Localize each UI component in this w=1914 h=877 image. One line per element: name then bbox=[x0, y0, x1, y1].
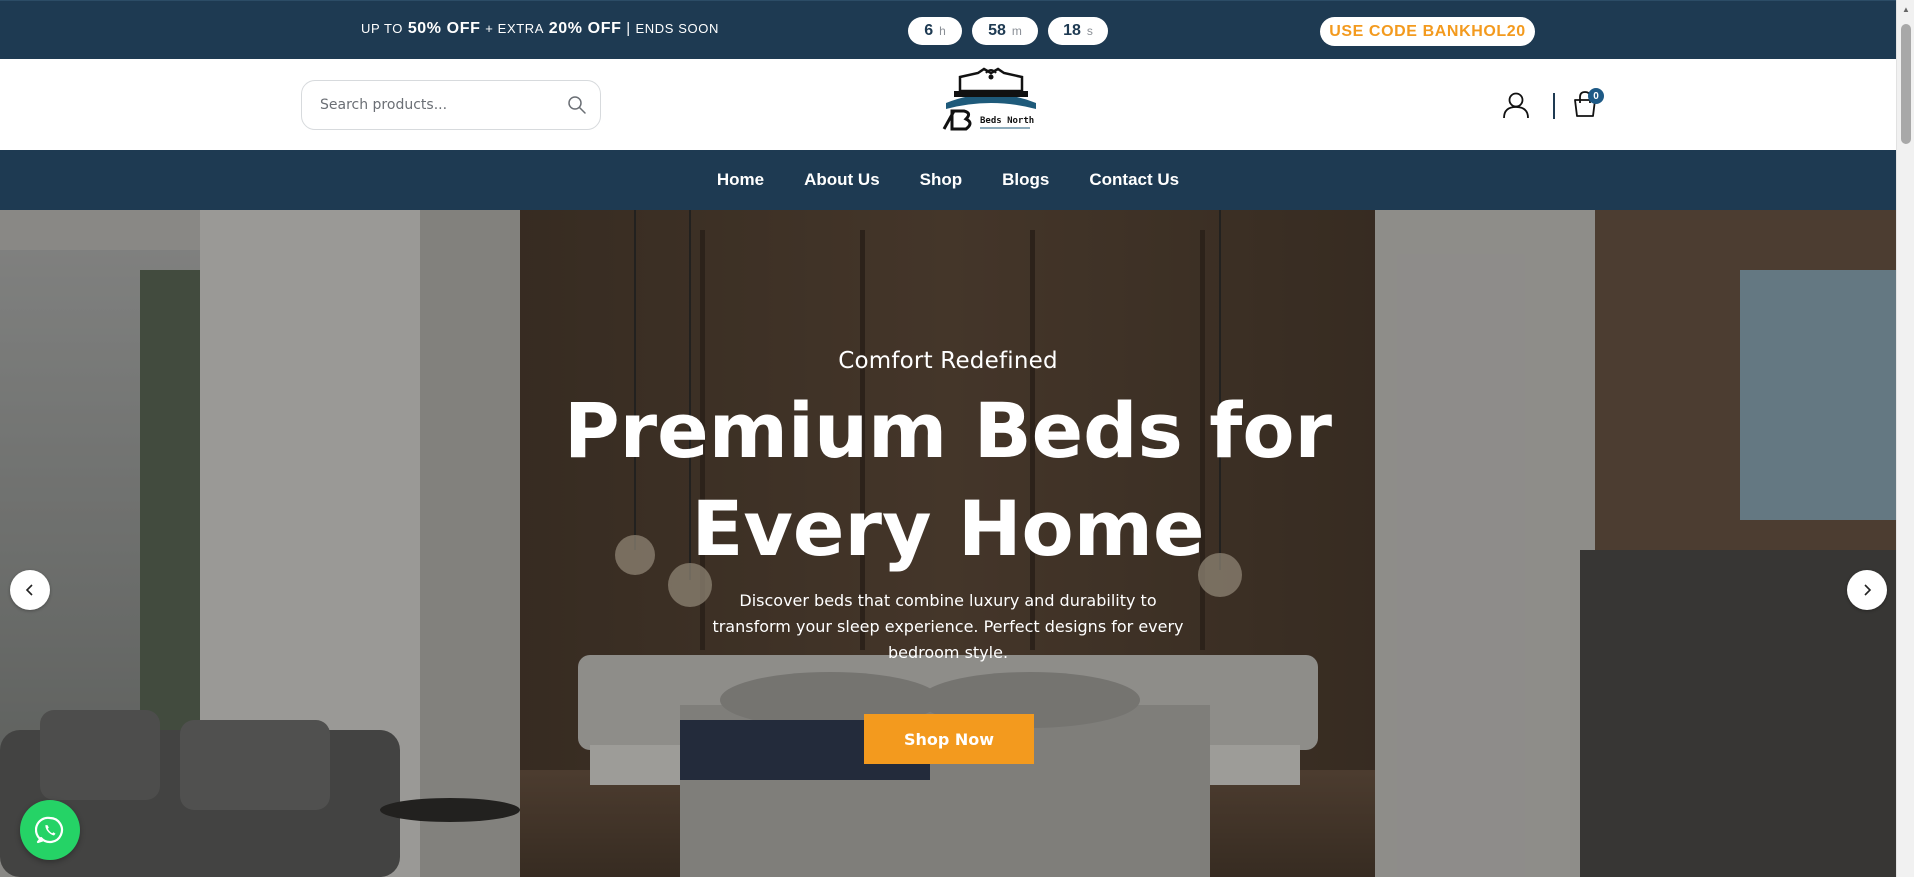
site-header: Beds North 0 bbox=[0, 59, 1914, 150]
search-input[interactable] bbox=[320, 81, 560, 129]
nav-item-home[interactable]: Home bbox=[717, 170, 764, 190]
countdown-timer: 6 h 58 m 18 s bbox=[908, 17, 1108, 45]
hero-subtitle: Comfort Redefined bbox=[838, 348, 1058, 374]
nav-item-shop[interactable]: Shop bbox=[920, 170, 963, 190]
countdown-minutes-unit: m bbox=[1011, 24, 1022, 38]
header-divider bbox=[1553, 93, 1555, 119]
site-logo[interactable]: Beds North bbox=[938, 67, 1044, 139]
countdown-minutes-value: 58 bbox=[988, 22, 1006, 39]
promo-discount: 50% OFF bbox=[407, 20, 481, 37]
hero-title-line-1: Premium Beds for bbox=[563, 386, 1333, 475]
cart-count-badge: 0 bbox=[1588, 88, 1604, 104]
countdown-hours-value: 6 bbox=[924, 22, 934, 39]
nav-links: Home About Us Shop Blogs Contact Us bbox=[0, 150, 1896, 210]
hero-description: Discover beds that combine luxury and du… bbox=[712, 591, 1184, 662]
countdown-seconds-unit: s bbox=[1086, 24, 1093, 38]
promo-code-button[interactable]: USE CODE BANKHOL20 bbox=[1320, 17, 1535, 46]
nav-item-blogs[interactable]: Blogs bbox=[1002, 170, 1049, 190]
countdown-seconds-value: 18 bbox=[1063, 22, 1081, 39]
search-icon[interactable] bbox=[567, 95, 587, 115]
nav-item-contact-us[interactable]: Contact Us bbox=[1089, 170, 1179, 190]
scroll-thumb[interactable] bbox=[1901, 24, 1911, 144]
chevron-right-icon bbox=[1864, 584, 1872, 596]
chevron-left-icon bbox=[25, 584, 33, 596]
promo-separator: | bbox=[626, 20, 631, 37]
promo-suffix: ENDS SOON bbox=[635, 21, 719, 36]
promo-extra-discount: 20% OFF bbox=[548, 20, 622, 37]
countdown-minutes: 58 m bbox=[972, 17, 1038, 45]
scroll-up-arrow-icon[interactable]: ▲ bbox=[1897, 0, 1914, 18]
whatsapp-button[interactable] bbox=[20, 800, 80, 860]
search-box bbox=[301, 80, 601, 130]
countdown-hours: 6 h bbox=[908, 17, 962, 45]
nav-item-about-us[interactable]: About Us bbox=[804, 170, 880, 190]
hero-title: Premium Beds for Every Home bbox=[548, 382, 1348, 578]
logo-wordmark: Beds North bbox=[980, 116, 1034, 126]
promo-text: UP TO 50% OFF + EXTRA 20% OFF | ENDS SOO… bbox=[361, 20, 719, 38]
whatsapp-icon bbox=[35, 816, 64, 844]
shop-now-button[interactable]: Shop Now bbox=[864, 714, 1034, 764]
hero-title-line-2: Every Home bbox=[691, 484, 1205, 573]
main-nav: Home About Us Shop Blogs Contact Us bbox=[0, 150, 1914, 210]
countdown-seconds: 18 s bbox=[1048, 17, 1108, 45]
slider-next-button[interactable] bbox=[1847, 570, 1887, 610]
hero-slider: Comfort Redefined Premium Beds for Every… bbox=[0, 210, 1896, 877]
promo-prefix: UP TO bbox=[361, 21, 404, 36]
countdown-hours-unit: h bbox=[939, 24, 946, 38]
promo-extra-label: + EXTRA bbox=[485, 21, 545, 36]
account-icon[interactable] bbox=[1502, 91, 1530, 119]
hero-content: Comfort Redefined Premium Beds for Every… bbox=[548, 348, 1348, 666]
promo-bar: UP TO 50% OFF + EXTRA 20% OFF | ENDS SOO… bbox=[0, 0, 1914, 59]
slider-prev-button[interactable] bbox=[10, 570, 50, 610]
page-scrollbar[interactable]: ▲ bbox=[1896, 0, 1914, 877]
